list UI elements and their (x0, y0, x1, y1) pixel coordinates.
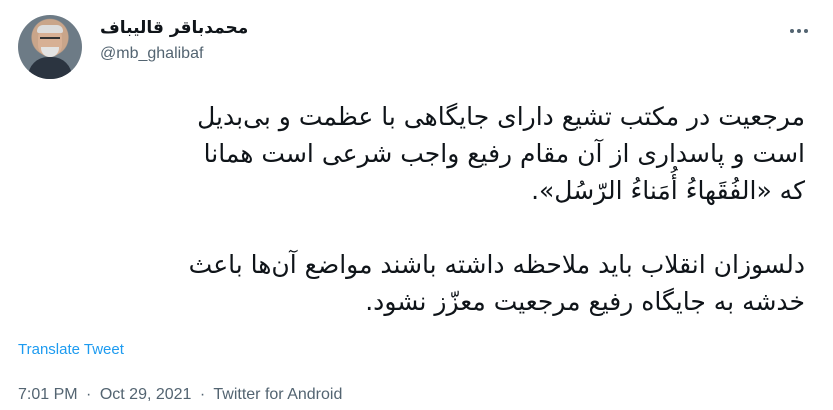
more-dot (797, 29, 801, 33)
author-handle[interactable]: @mb_ghalibaf (100, 45, 203, 63)
top-divider (0, 0, 833, 6)
tweet-source[interactable]: Twitter for Android (213, 386, 342, 403)
more-icon[interactable] (787, 26, 811, 36)
tweet-text: مرجعیت در مکتب تشیع دارای جایگاهی با عظم… (18, 98, 805, 320)
avatar[interactable] (18, 15, 82, 79)
tweet-line: دلسوزان انقلاب باید ملاحظه داشته باشند م… (188, 250, 805, 279)
avatar-glasses (40, 37, 60, 43)
tweet-line: مرجعیت در مکتب تشیع دارای جایگاهی با عظم… (197, 102, 805, 131)
tweet-meta: 7:01 PM · Oct 29, 2021 · Twitter for And… (18, 386, 346, 404)
meta-separator: · (199, 386, 206, 403)
tweet-line: که «الفُقَهاءُ أُمَناءُ الرّسُل». (531, 176, 805, 205)
meta-separator: · (86, 386, 92, 403)
tweet-line: خدشه به جایگاه رفیع مرجعیت معزّز نشود. (365, 287, 805, 316)
avatar-shirt (28, 57, 72, 79)
more-dot (804, 29, 808, 33)
translate-tweet-link[interactable]: Translate Tweet (18, 341, 124, 358)
tweet-date[interactable]: Oct 29, 2021 (100, 386, 192, 403)
tweet-line: است و پاسداری از آن مقام رفیع واجب شرعی … (203, 139, 805, 168)
tweet-time[interactable]: 7:01 PM (18, 386, 78, 403)
avatar-hair (37, 25, 63, 33)
author-display-name[interactable]: محمدباقر قالیباف (100, 18, 248, 38)
more-dot (790, 29, 794, 33)
